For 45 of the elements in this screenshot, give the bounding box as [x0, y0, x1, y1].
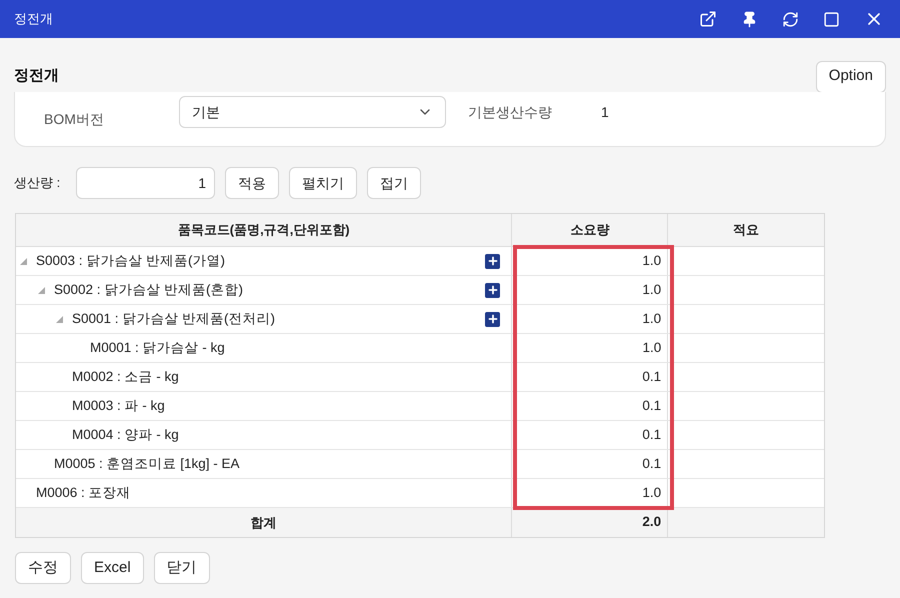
toolbar-button[interactable]: 적용	[225, 167, 279, 199]
item-cell-text: M0004 : 양파 - kg	[72, 426, 179, 444]
column-header: 적요	[732, 221, 760, 240]
column-header: 소요량	[512, 214, 668, 246]
add-icon[interactable]	[485, 282, 500, 298]
total-label: 합계	[16, 508, 512, 537]
total-quantity: 2.0	[512, 508, 668, 537]
quantity-cell: 0.1	[512, 450, 668, 478]
maximize-icon[interactable]	[823, 10, 840, 28]
column-header: 품목코드(품명,규격,단위포함)	[16, 214, 512, 246]
toolbar-button[interactable]: 접기	[367, 167, 421, 199]
footer-button[interactable]: 닫기	[154, 552, 210, 584]
quantity-cell: 0.1	[512, 363, 668, 391]
item-cell-text: M0006 : 포장재	[36, 484, 131, 502]
item-cell-text: M0001 : 닭가슴살 - kg	[90, 338, 225, 357]
add-icon[interactable]	[485, 312, 500, 326]
footer-button[interactable]: 수정	[15, 552, 71, 584]
window-title: 정전개	[14, 10, 53, 28]
toolbar-button[interactable]: 펼치기	[289, 167, 357, 199]
quantity-cell: 0.1	[512, 392, 668, 420]
production-input[interactable]: 1	[76, 167, 215, 199]
item-cell-text: S0002 : 닭가슴살 반제품(혼합)	[54, 280, 244, 299]
add-icon[interactable]	[485, 254, 500, 268]
production-label: 생산량 :	[14, 174, 62, 192]
page-title: 정전개	[14, 66, 59, 86]
quantity-cell: 1.0	[512, 276, 668, 304]
option-button[interactable]: Option	[816, 60, 886, 92]
external-link-icon[interactable]	[699, 10, 717, 28]
base-qty-value: 1	[601, 102, 609, 122]
item-cell-text: M0005 : 훈염조미료 [1kg] - EA	[54, 454, 240, 473]
quantity-cell: 0.1	[512, 421, 668, 449]
quantity-cell: 1.0	[512, 305, 668, 333]
base-qty-label: 기본생산수량	[468, 102, 553, 122]
bom-label: BOM버전	[44, 110, 105, 128]
quantity-cell: 1.0	[512, 479, 668, 507]
bom-select[interactable]: 기본	[179, 96, 446, 128]
quantity-cell: 1.0	[512, 334, 668, 362]
item-cell-text: M0002 : 소금 - kg	[72, 368, 179, 386]
item-cell-text: S0003 : 닭가슴살 반제품(가열)	[36, 252, 226, 270]
item-cell-text: S0001 : 닭가슴살 반제품(전처리)	[72, 310, 276, 328]
refresh-icon[interactable]	[782, 10, 799, 28]
quantity-cell: 1.0	[512, 247, 668, 275]
footer-button[interactable]: Excel	[81, 552, 144, 584]
pin-icon[interactable]	[741, 10, 758, 28]
item-cell-text: M0003 : 파 - kg	[72, 396, 165, 415]
